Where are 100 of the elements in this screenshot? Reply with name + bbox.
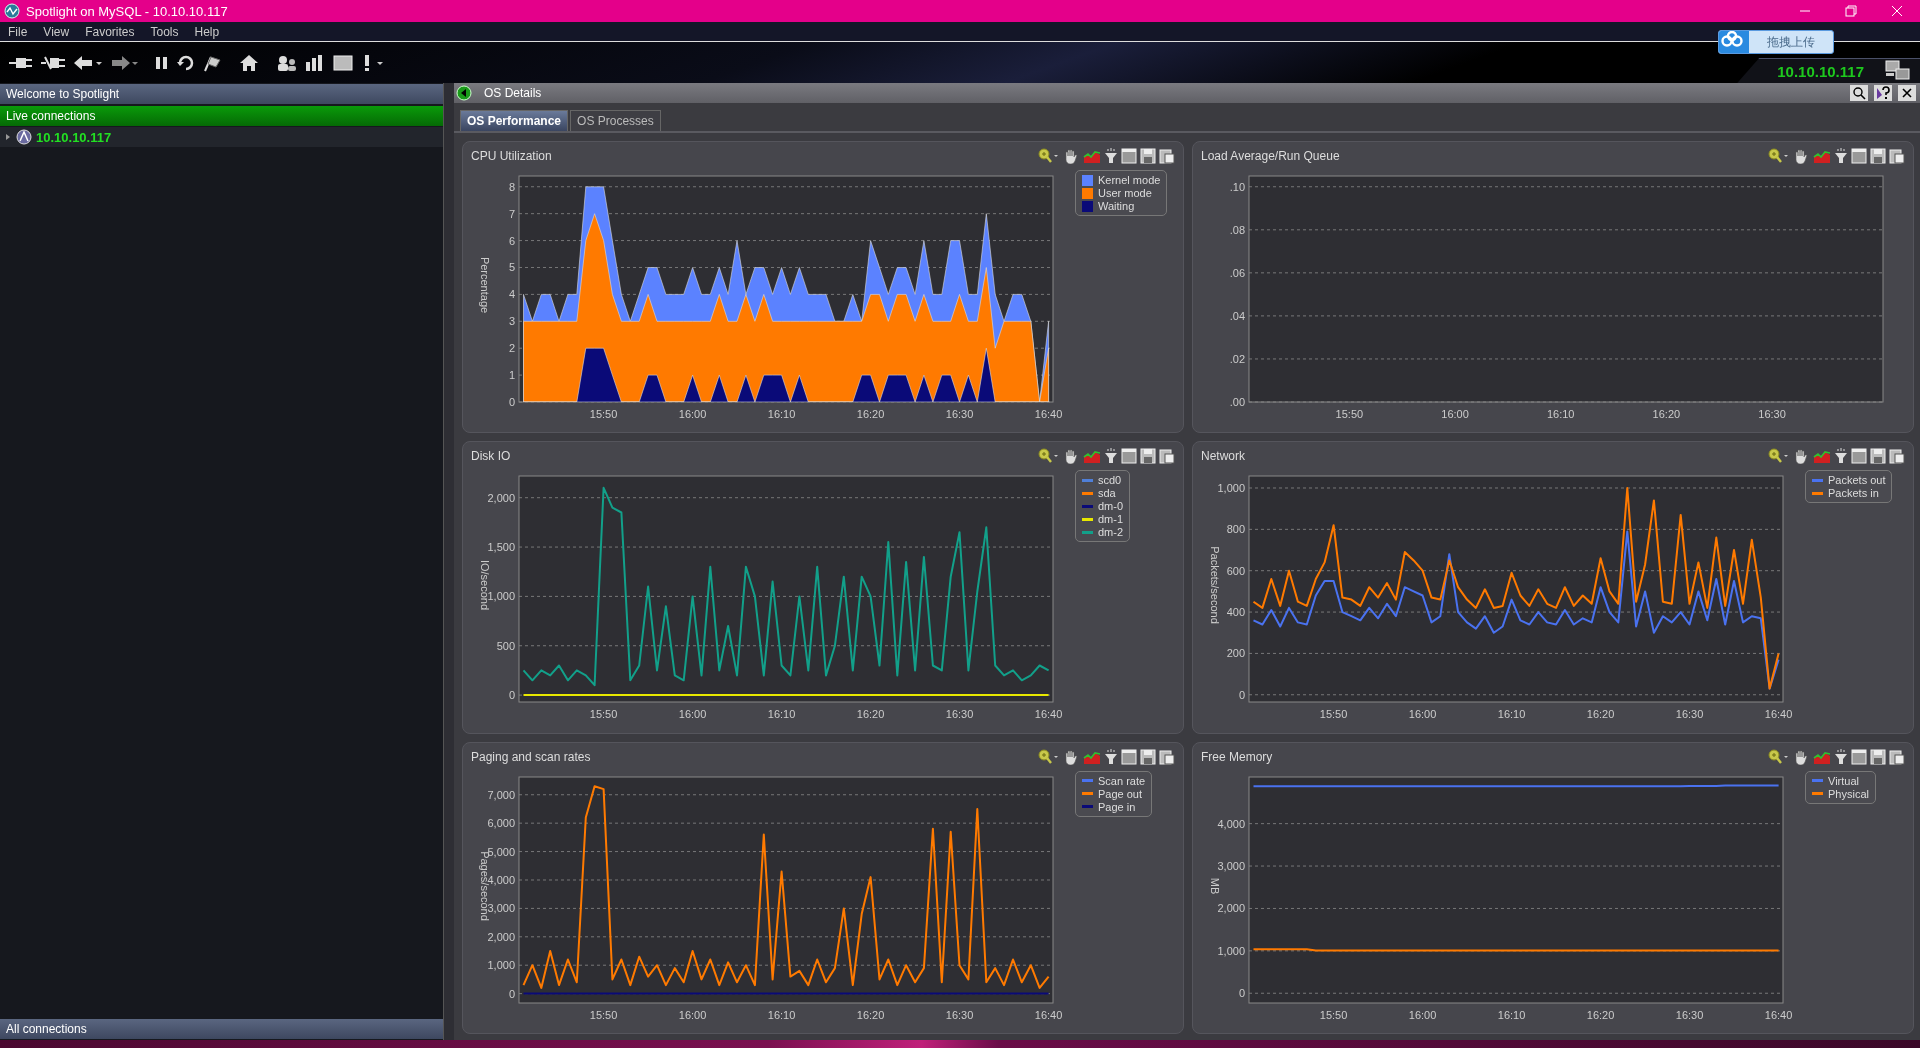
save-icon[interactable] <box>1140 748 1156 765</box>
clipboard-icon[interactable] <box>1159 148 1175 164</box>
clipboard-icon[interactable] <box>1889 748 1905 765</box>
tab[interactable]: OS Processes <box>570 110 661 131</box>
filter-icon[interactable] <box>1104 448 1118 465</box>
zoom-icon[interactable] <box>1767 748 1789 765</box>
legend-label: dm-0 <box>1098 500 1124 513</box>
zoom-icon[interactable] <box>1037 448 1059 465</box>
sidebar-section[interactable]: Live connections <box>0 106 443 126</box>
menu-item[interactable]: View <box>43 24 70 39</box>
tick-label: .08 <box>1229 223 1245 236</box>
upload-button[interactable]: 拖拽上传 <box>1718 30 1834 54</box>
line-chart-icon[interactable] <box>1083 148 1101 164</box>
tick-label: 16:20 <box>856 1008 885 1021</box>
filter-icon[interactable] <box>1834 448 1848 465</box>
save-icon[interactable] <box>1140 448 1156 465</box>
cloud-icon <box>1719 31 1749 53</box>
network-computers-icon[interactable] <box>1884 59 1912 83</box>
tick-label: 16:10 <box>1497 1008 1526 1021</box>
zoom-icon[interactable] <box>1767 448 1789 465</box>
save-icon[interactable] <box>1870 448 1886 465</box>
line-chart-icon[interactable] <box>1083 448 1101 465</box>
filter-icon[interactable] <box>1104 748 1118 765</box>
save-icon[interactable] <box>1140 148 1156 164</box>
tick-label: 15:50 <box>1319 708 1348 721</box>
sidebar-footer[interactable]: All connections <box>0 1019 443 1039</box>
close-panel-button[interactable] <box>1898 85 1916 101</box>
menu-item[interactable]: Help <box>194 24 220 39</box>
tick-label: 16:00 <box>678 708 707 721</box>
window-icon[interactable] <box>1851 448 1867 465</box>
tick-label: 16:10 <box>767 1008 796 1021</box>
filter-icon[interactable] <box>1834 748 1848 765</box>
tick-label: 16:10 <box>1497 708 1526 721</box>
save-icon[interactable] <box>1870 748 1886 765</box>
zoom-icon[interactable] <box>1037 748 1059 765</box>
clipboard-icon[interactable] <box>1889 148 1905 164</box>
window-icon[interactable] <box>1121 448 1137 465</box>
legend-label: sda <box>1098 487 1116 500</box>
legend-label: Kernel mode <box>1098 174 1161 186</box>
tick-label: 8 <box>508 180 515 193</box>
tick-label: 4,000 <box>487 873 515 886</box>
help-button[interactable] <box>1874 85 1892 101</box>
tick-label: 16:30 <box>1675 708 1704 721</box>
zoom-icon[interactable] <box>1767 148 1789 164</box>
tick-label: 0 <box>1238 986 1245 999</box>
status-icon <box>456 85 472 101</box>
tick-label: 5,000 <box>487 845 515 858</box>
tick-label: 16:10 <box>1546 408 1575 420</box>
tick-label: 16:30 <box>945 1008 974 1021</box>
menu-item[interactable]: Tools <box>150 24 179 39</box>
filter-icon[interactable] <box>1104 148 1118 164</box>
tick-label: 16:20 <box>856 408 885 420</box>
details-title: OS Details <box>484 86 542 100</box>
clipboard-icon[interactable] <box>1159 448 1175 465</box>
sidebar-section[interactable]: Welcome to Spotlight <box>0 84 443 104</box>
panel-title: Load Average/Run Queue <box>1201 149 1340 163</box>
tick-label: 2 <box>508 342 515 355</box>
legend-label: dm-2 <box>1098 526 1124 539</box>
app-icon <box>4 3 20 19</box>
tree-item[interactable]: 10.10.10.117 <box>0 127 443 147</box>
clipboard-icon[interactable] <box>1159 748 1175 765</box>
tick-label: 400 <box>1226 606 1245 619</box>
tick-label: 15:50 <box>589 408 618 420</box>
panel-title: Disk IO <box>471 449 511 464</box>
tick-label: 16:00 <box>678 408 707 420</box>
legend-label: Packets in <box>1828 487 1879 500</box>
tick-label: 3 <box>508 315 515 328</box>
legend-label: dm-1 <box>1098 513 1124 526</box>
filter-icon[interactable] <box>1834 148 1848 164</box>
clipboard-icon[interactable] <box>1889 448 1905 465</box>
tick-label: 3,000 <box>1217 859 1245 872</box>
tick-label: 1,000 <box>487 958 515 971</box>
home-icon[interactable] <box>238 52 260 73</box>
tick-label: 1,000 <box>487 590 515 603</box>
tick-label: 15:50 <box>589 1008 618 1021</box>
tick-label: 1,000 <box>1217 944 1245 957</box>
tick-label: 16:20 <box>1652 408 1681 420</box>
line-chart-icon[interactable] <box>1813 448 1831 465</box>
line-chart-icon[interactable] <box>1813 148 1831 164</box>
tab[interactable]: OS Performance <box>460 110 569 131</box>
tick-label: .00 <box>1229 396 1245 408</box>
window-icon[interactable] <box>332 52 354 73</box>
menu-item[interactable]: File <box>8 24 28 39</box>
connection-label: 10.10.10.117 <box>1777 62 1864 80</box>
save-icon[interactable] <box>1870 148 1886 164</box>
server-icon <box>16 129 32 145</box>
window-icon[interactable] <box>1121 748 1137 765</box>
tick-label: 7,000 <box>487 788 515 801</box>
panel-title: Free Memory <box>1201 749 1273 764</box>
window-icon[interactable] <box>1851 748 1867 765</box>
menu-item[interactable]: Favorites <box>85 24 135 39</box>
tick-label: 15:50 <box>1335 408 1364 420</box>
expand-icon[interactable] <box>4 132 12 142</box>
tick-label: 7 <box>508 207 515 220</box>
tick-label: 16:00 <box>1408 1008 1437 1021</box>
tick-label: 16:10 <box>767 408 796 420</box>
tick-label: 15:50 <box>589 708 618 721</box>
zoom-icon[interactable] <box>1037 148 1059 164</box>
tick-label: 16:40 <box>1034 408 1063 420</box>
zoom-button[interactable] <box>1850 85 1868 101</box>
